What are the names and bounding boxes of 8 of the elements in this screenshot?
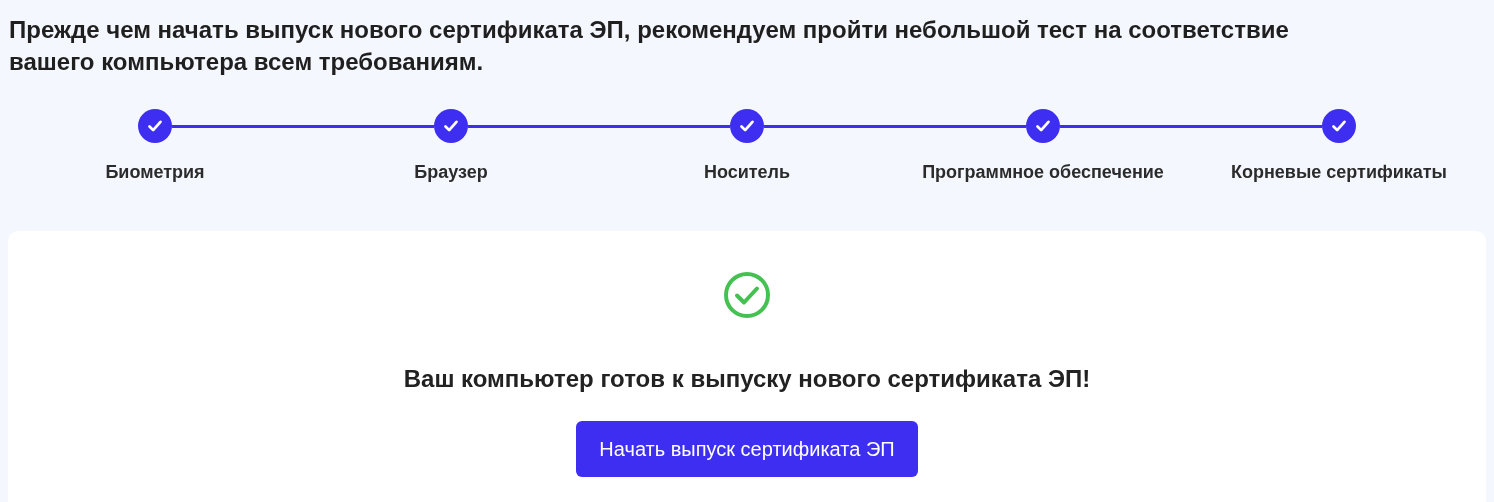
start-issue-button[interactable]: Начать выпуск сертификата ЭП xyxy=(576,421,918,477)
step-label: Корневые сертификаты xyxy=(1231,161,1447,184)
result-message: Ваш компьютер готов к выпуску нового сертификата ЭП! xyxy=(403,364,1091,394)
step-label: Браузер xyxy=(414,161,488,184)
step-label: Носитель xyxy=(703,161,791,184)
step-label: Программное обеспечение xyxy=(922,161,1164,184)
page-heading: Прежде чем начать выпуск нового сертификата ЭП, рекомендуем пройти небольшой тест на соответствие вашего компьютера всем требованиям. xyxy=(8,15,1290,77)
step-label: Биометрия xyxy=(105,161,205,184)
